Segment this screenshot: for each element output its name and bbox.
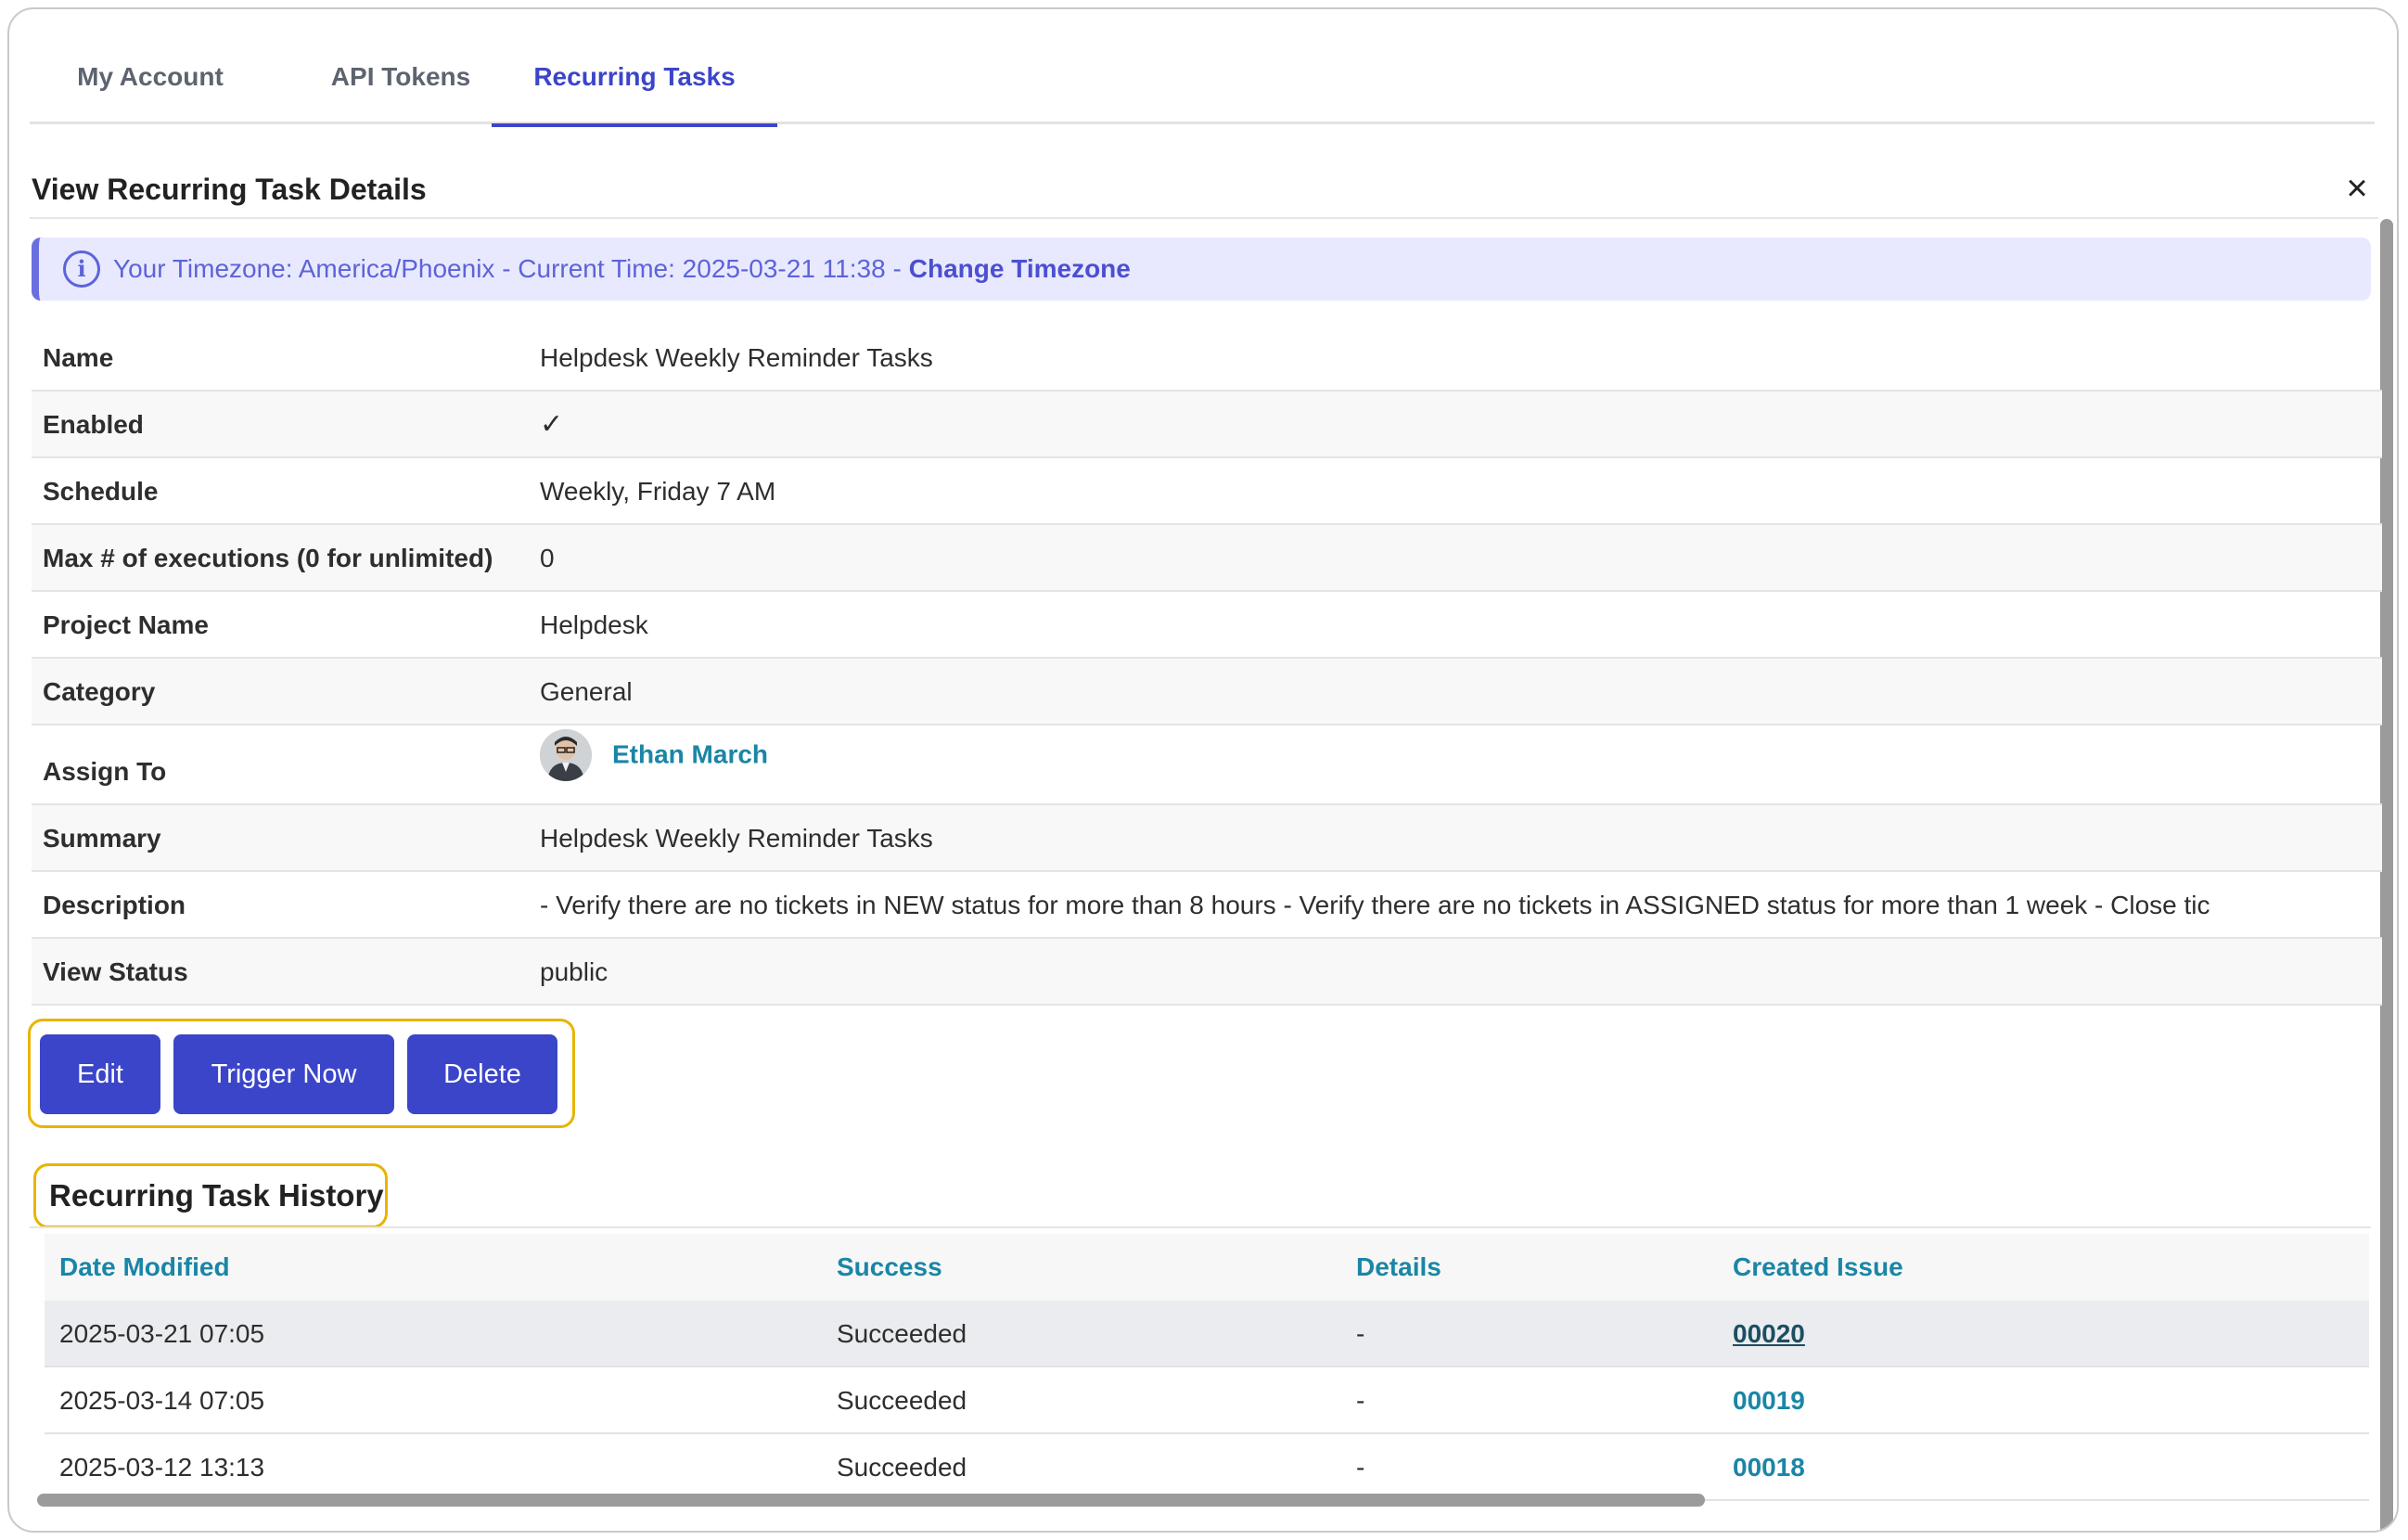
issue-link[interactable]: 00019 bbox=[1733, 1386, 1805, 1415]
table-header: Date Modified Success Details Created Is… bbox=[45, 1234, 2369, 1301]
detail-label: Assign To bbox=[43, 757, 167, 786]
column-header-details[interactable]: Details bbox=[1356, 1234, 1441, 1301]
detail-row-enabled: Enabled ✓ bbox=[32, 391, 2382, 458]
table-row: 2025-03-14 07:05 Succeeded - 00019 bbox=[45, 1367, 2369, 1434]
horizontal-scrollbar[interactable] bbox=[37, 1494, 1705, 1507]
tab-my-account[interactable]: My Account bbox=[58, 9, 243, 124]
timezone-banner: i Your Timezone: America/Phoenix - Curre… bbox=[32, 237, 2371, 301]
detail-label: Category bbox=[43, 677, 156, 706]
cell-details: - bbox=[1356, 1386, 1365, 1415]
detail-value: public bbox=[540, 957, 608, 986]
history-table: Date Modified Success Details Created Is… bbox=[45, 1234, 2369, 1501]
detail-label: Project Name bbox=[43, 610, 209, 639]
detail-value: 0 bbox=[540, 544, 555, 572]
check-icon: ✓ bbox=[540, 409, 564, 440]
detail-row-max-executions: Max # of executions (0 for unlimited) 0 bbox=[32, 525, 2382, 592]
tab-recurring-tasks[interactable]: Recurring Tasks bbox=[492, 9, 777, 127]
avatar bbox=[540, 728, 592, 781]
cell-date: 2025-03-12 13:13 bbox=[59, 1453, 265, 1482]
detail-row-view-status: View Status public bbox=[32, 939, 2382, 1006]
detail-label: Schedule bbox=[43, 477, 159, 506]
tab-bar: My Account API Tokens Recurring Tasks bbox=[30, 9, 2375, 127]
detail-label: Description bbox=[43, 891, 186, 919]
vertical-scrollbar[interactable] bbox=[2380, 219, 2393, 1531]
delete-button[interactable]: Delete bbox=[407, 1034, 557, 1114]
settings-window: My Account API Tokens Recurring Tasks Vi… bbox=[7, 7, 2399, 1533]
assignee-link[interactable]: Ethan March bbox=[612, 740, 768, 769]
close-icon[interactable]: × bbox=[2341, 170, 2373, 207]
detail-label: Name bbox=[43, 343, 114, 372]
header-divider bbox=[30, 217, 2378, 219]
detail-row-summary: Summary Helpdesk Weekly Reminder Tasks bbox=[32, 805, 2382, 872]
cell-success: Succeeded bbox=[837, 1453, 967, 1482]
detail-label: View Status bbox=[43, 957, 188, 986]
issue-link[interactable]: 00018 bbox=[1733, 1453, 1805, 1482]
detail-row-schedule: Schedule Weekly, Friday 7 AM bbox=[32, 458, 2382, 525]
timezone-text: Your Timezone: America/Phoenix - Current… bbox=[113, 254, 902, 283]
detail-label: Summary bbox=[43, 824, 161, 853]
cell-details: - bbox=[1356, 1319, 1365, 1348]
cell-issue: 00019 bbox=[1733, 1367, 1805, 1434]
detail-value: Helpdesk bbox=[540, 610, 648, 639]
edit-button[interactable]: Edit bbox=[40, 1034, 160, 1114]
cell-issue: 00020 bbox=[1733, 1301, 1805, 1367]
task-details-table: Name Helpdesk Weekly Reminder Tasks Enab… bbox=[32, 325, 2382, 1006]
detail-value: Helpdesk Weekly Reminder Tasks bbox=[540, 343, 933, 372]
column-header-success[interactable]: Success bbox=[837, 1234, 942, 1301]
column-header-date-modified[interactable]: Date Modified bbox=[59, 1234, 230, 1301]
change-timezone-link[interactable]: Change Timezone bbox=[909, 254, 1131, 284]
page-title: View Recurring Task Details bbox=[32, 173, 427, 206]
cell-date: 2025-03-21 07:05 bbox=[59, 1319, 265, 1348]
detail-row-category: Category General bbox=[32, 659, 2382, 725]
detail-value: General bbox=[540, 677, 633, 706]
history-divider bbox=[30, 1226, 2371, 1228]
cell-success: Succeeded bbox=[837, 1319, 967, 1348]
table-row: 2025-03-21 07:05 Succeeded - 00020 bbox=[45, 1301, 2369, 1367]
action-buttons-group: Edit Trigger Now Delete bbox=[28, 1019, 575, 1128]
detail-row-description: Description - Verify there are no ticket… bbox=[32, 872, 2382, 939]
table-row: 2025-03-12 13:13 Succeeded - 00018 bbox=[45, 1434, 2369, 1501]
history-title: Recurring Task History bbox=[49, 1178, 384, 1213]
issue-link[interactable]: 00020 bbox=[1733, 1319, 1805, 1348]
detail-value: Weekly, Friday 7 AM bbox=[540, 477, 776, 506]
trigger-now-button[interactable]: Trigger Now bbox=[173, 1034, 394, 1114]
info-icon: i bbox=[63, 250, 100, 288]
detail-row-project: Project Name Helpdesk bbox=[32, 592, 2382, 659]
detail-label: Max # of executions (0 for unlimited) bbox=[43, 544, 493, 572]
detail-row-assign-to: Assign To Ethan March bbox=[32, 725, 2382, 805]
cell-date: 2025-03-14 07:05 bbox=[59, 1386, 265, 1415]
detail-value: - Verify there are no tickets in NEW sta… bbox=[540, 891, 2210, 919]
detail-row-name: Name Helpdesk Weekly Reminder Tasks bbox=[32, 325, 2382, 391]
cell-details: - bbox=[1356, 1453, 1365, 1482]
cell-issue: 00018 bbox=[1733, 1434, 1805, 1501]
tab-api-tokens[interactable]: API Tokens bbox=[308, 9, 493, 124]
column-header-created-issue[interactable]: Created Issue bbox=[1733, 1234, 1903, 1301]
detail-value: Helpdesk Weekly Reminder Tasks bbox=[540, 824, 933, 853]
history-title-box: Recurring Task History bbox=[33, 1163, 388, 1228]
detail-label: Enabled bbox=[43, 410, 144, 439]
detail-value: Ethan March bbox=[540, 720, 2382, 787]
cell-success: Succeeded bbox=[837, 1386, 967, 1415]
